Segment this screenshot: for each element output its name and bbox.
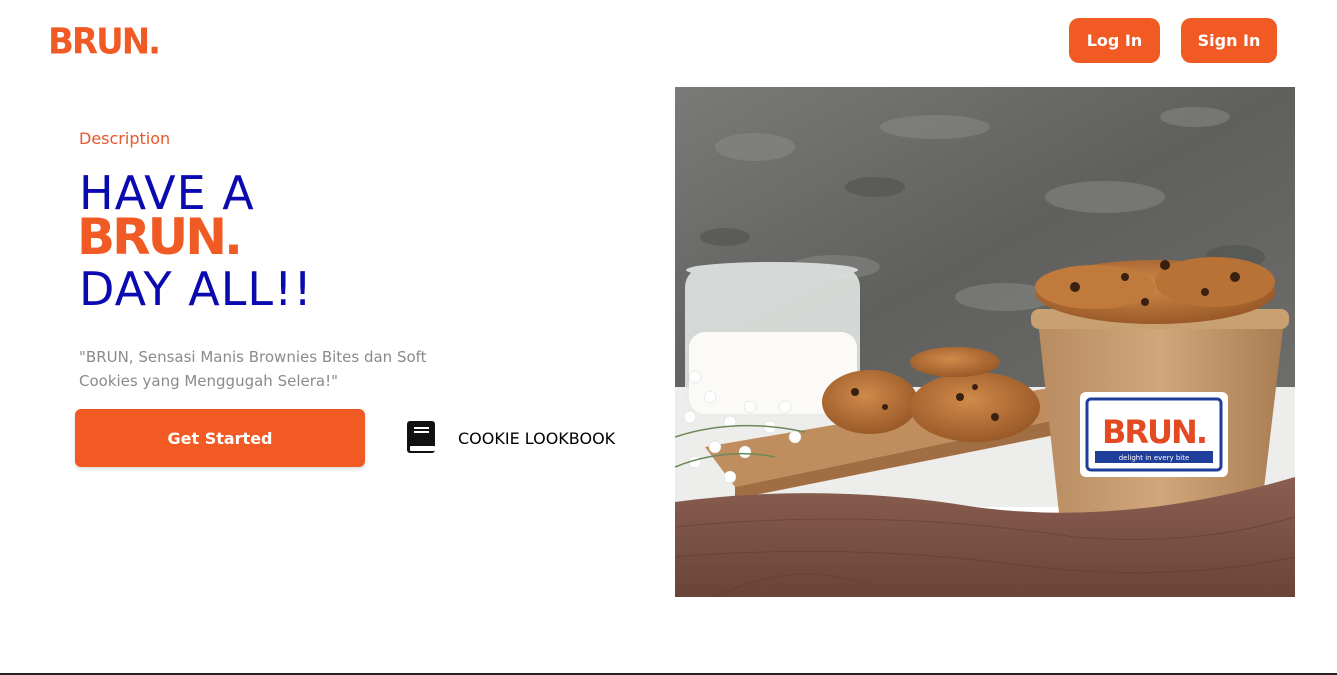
cup-label-tagline: delight in every bite xyxy=(1119,454,1190,462)
book-icon xyxy=(405,420,437,456)
signin-button[interactable]: Sign In xyxy=(1181,18,1277,63)
login-button[interactable]: Log In xyxy=(1069,18,1160,63)
cookie-lookbook-label: COOKIE LOOKBOOK xyxy=(458,428,616,448)
brand-logo[interactable]: BRUN. xyxy=(48,21,161,63)
get-started-button[interactable]: Get Started xyxy=(75,409,365,467)
hero-heading-brand: BRUN. xyxy=(77,208,243,266)
landing-page: BRUN. Log In Sign In Description HAVE A … xyxy=(0,0,1337,675)
product-photo: BRUN. delight in every bite xyxy=(675,87,1295,597)
description-label: Description xyxy=(79,129,171,148)
hero-heading-line3: DAY ALL!! xyxy=(79,262,313,316)
hero-tagline: "BRUN, Sensasi Manis Brownies Bites dan … xyxy=(79,348,427,390)
cup-label-brand: BRUN. xyxy=(1102,413,1206,451)
cookie-lookbook-link[interactable]: COOKIE LOOKBOOK xyxy=(405,420,615,456)
